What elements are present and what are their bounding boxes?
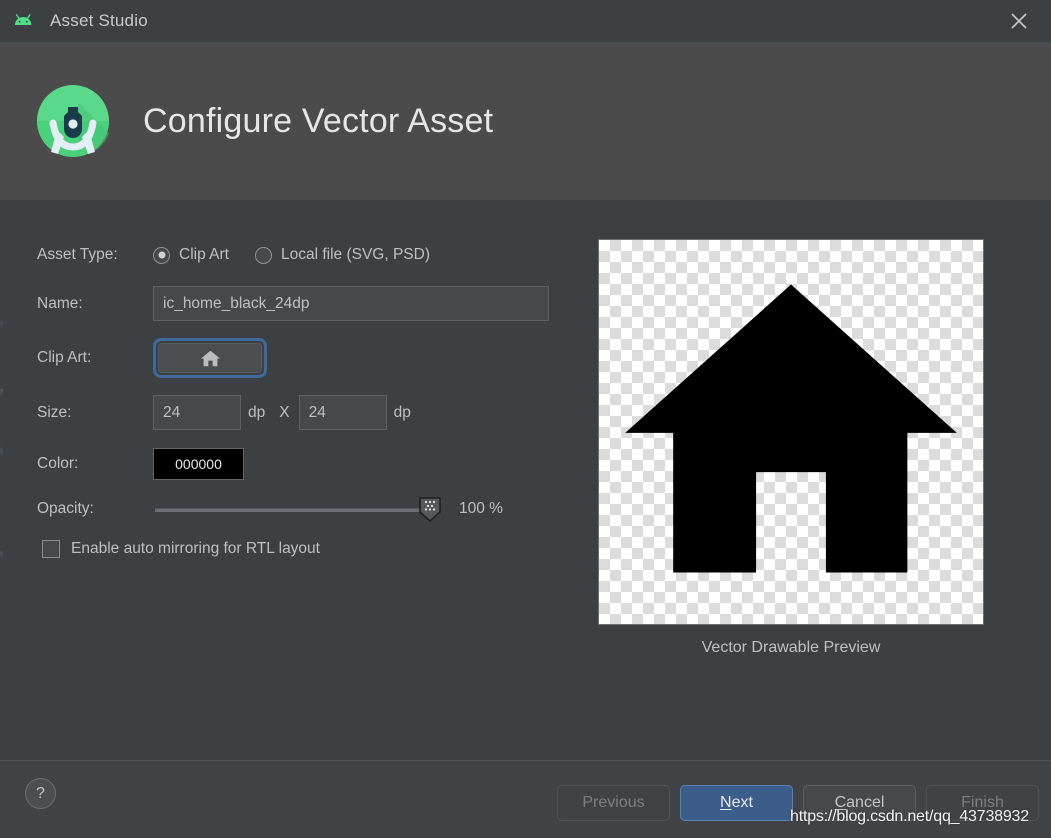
asset-type-label: Asset Type: — [37, 246, 118, 263]
color-label: Color: — [37, 455, 79, 472]
clip-art-row: Clip Art: — [37, 338, 567, 378]
size-width-input[interactable] — [153, 395, 241, 430]
size-width-unit: dp — [248, 403, 266, 421]
radio-clip-art[interactable]: Clip Art — [153, 246, 229, 264]
close-icon[interactable] — [987, 0, 1051, 42]
radio-local-file-label: Local file (SVG, PSD) — [280, 246, 430, 263]
title-bar: Asset Studio — [0, 0, 1051, 42]
clip-art-focus-ring — [153, 338, 267, 378]
name-input[interactable] — [153, 286, 549, 321]
opacity-slider-track — [155, 508, 435, 512]
opacity-value-label: 100 % — [459, 500, 503, 517]
size-row: Size: dp X dp — [37, 395, 567, 430]
color-hex-value: 000000 — [175, 456, 222, 472]
asset-type-row: Asset Type: Clip Art Local file (SVG, PS… — [37, 238, 567, 272]
name-label: Name: — [37, 294, 83, 312]
rtl-mirroring-checkbox[interactable] — [42, 540, 60, 558]
size-label: Size: — [37, 403, 72, 421]
radio-empty-icon — [254, 246, 272, 264]
vector-preview-canvas — [598, 239, 984, 625]
page-title: Configure Vector Asset — [143, 101, 494, 140]
preview-caption: Vector Drawable Preview — [701, 639, 881, 656]
android-robot-icon — [14, 8, 40, 34]
android-studio-logo — [35, 83, 111, 159]
clip-art-button[interactable] — [158, 343, 262, 373]
radio-local-file[interactable]: Local file (SVG, PSD) — [254, 246, 430, 264]
size-height-input[interactable] — [298, 395, 387, 430]
next-button[interactable]: Next — [680, 785, 793, 821]
dialog-body: Asset Type: Clip Art Local file (SVG, PS… — [0, 200, 1051, 760]
radio-clip-art-label: Clip Art — [179, 246, 229, 263]
preview-area: Vector Drawable Preview — [598, 239, 984, 657]
next-button-mnemonic: N — [720, 794, 732, 811]
rtl-mirroring-label: Enable auto mirroring for RTL layout — [71, 540, 320, 557]
window-title: Asset Studio — [50, 11, 148, 30]
clip-art-label: Clip Art: — [37, 349, 92, 366]
size-height-unit: dp — [393, 403, 411, 421]
radio-selected-icon — [153, 246, 170, 264]
opacity-slider-thumb[interactable] — [419, 497, 441, 523]
opacity-row: Opacity: 100 % — [37, 492, 567, 526]
opacity-slider[interactable] — [155, 494, 441, 524]
rtl-mirroring-row[interactable]: Enable auto mirroring for RTL layout — [42, 540, 567, 558]
home-icon — [616, 270, 966, 595]
color-swatch-button[interactable]: 000000 — [153, 448, 244, 480]
asset-studio-dialog: Asset Studio Configure Vector Asset Asse… — [0, 0, 1051, 838]
name-row: Name: — [37, 286, 567, 321]
color-row: Color: 000000 — [37, 447, 567, 481]
next-button-label: ext — [731, 794, 753, 811]
asset-type-radio-group: Clip Art Local file (SVG, PSD) — [153, 246, 456, 264]
watermark-text: https://blog.csdn.net/qq_43738932 — [790, 808, 1029, 825]
size-separator: X — [279, 403, 290, 421]
help-button[interactable]: ? — [25, 778, 56, 809]
previous-button[interactable]: Previous — [557, 785, 670, 821]
opacity-label: Opacity: — [37, 500, 94, 517]
home-icon — [200, 349, 221, 368]
previous-button-label: Previous — [582, 794, 645, 811]
window-edge-artifact — [0, 200, 3, 760]
dialog-header: Configure Vector Asset — [0, 42, 1051, 200]
vector-asset-form: Asset Type: Clip Art Local file (SVG, PS… — [37, 238, 567, 558]
